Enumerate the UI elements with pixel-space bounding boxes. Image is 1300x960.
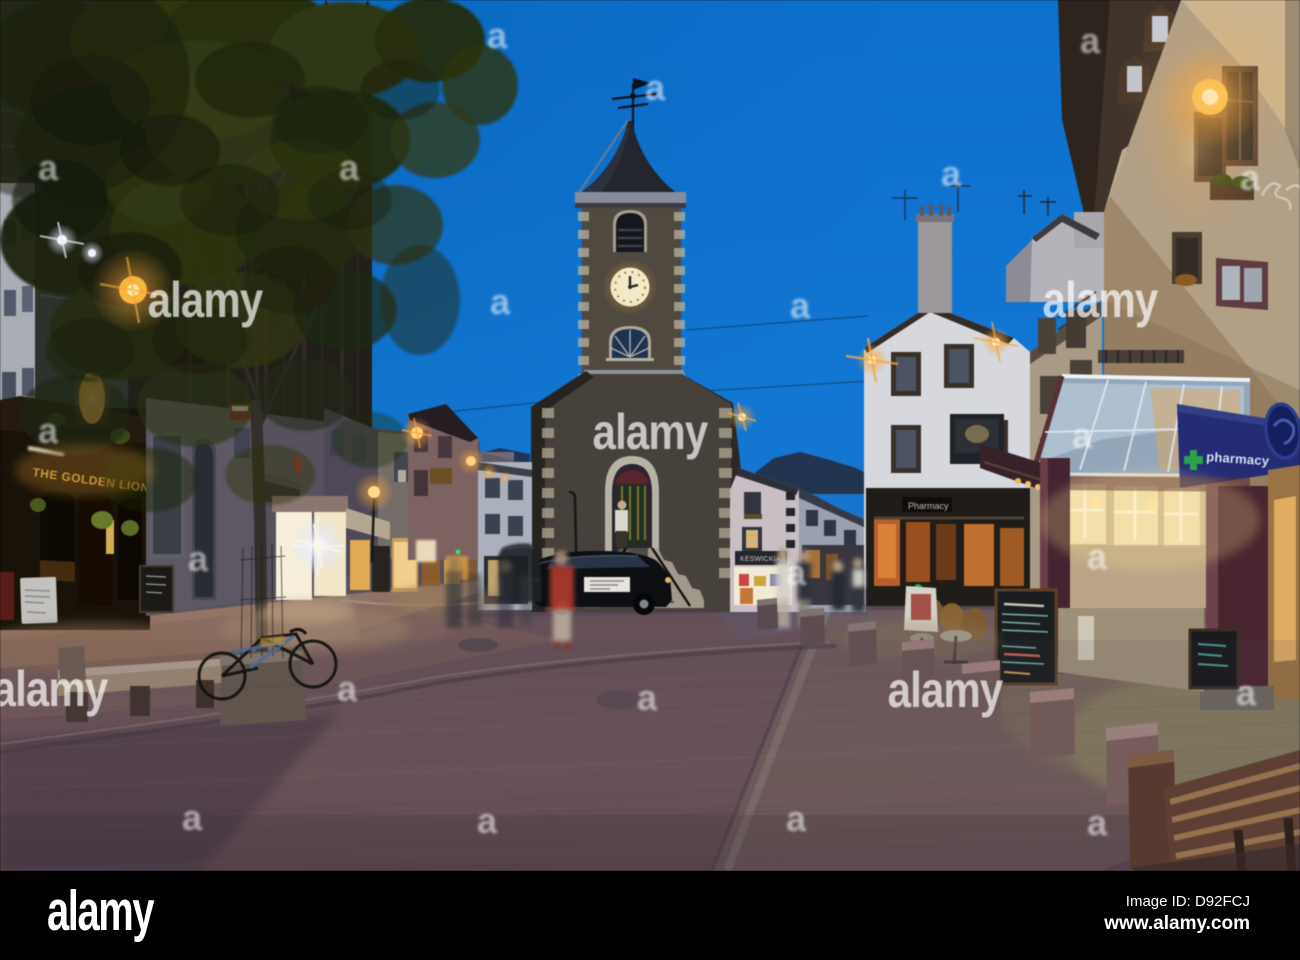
svg-text:a: a (1087, 536, 1108, 577)
svg-text:alamy: alamy (888, 662, 1004, 718)
svg-text:a: a (941, 153, 962, 194)
svg-text:a: a (1087, 802, 1108, 843)
svg-text:a: a (38, 410, 59, 451)
svg-text:a: a (490, 281, 511, 322)
svg-text:Pharmacy: Pharmacy (908, 501, 949, 511)
svg-text:a: a (339, 147, 360, 188)
svg-text:alamy: alamy (593, 404, 709, 460)
svg-text:a: a (637, 677, 658, 718)
svg-text:a: a (1072, 415, 1093, 456)
svg-text:a: a (786, 552, 807, 593)
svg-text:a: a (786, 798, 807, 839)
svg-text:alamy: alamy (0, 661, 109, 717)
svg-text:a: a (1240, 157, 1261, 198)
svg-text:a: a (1080, 20, 1101, 61)
svg-text:a: a (477, 800, 498, 841)
svg-text:a: a (188, 538, 209, 579)
svg-text:a: a (337, 668, 358, 709)
svg-text:a: a (790, 285, 811, 326)
svg-text:a: a (645, 67, 666, 108)
svg-text:a: a (1236, 672, 1257, 713)
svg-text:a: a (38, 147, 59, 188)
svg-text:a: a (182, 797, 203, 838)
svg-text:alamy: alamy (1043, 272, 1159, 328)
svg-text:alamy: alamy (148, 272, 264, 328)
svg-text:a: a (487, 15, 508, 56)
